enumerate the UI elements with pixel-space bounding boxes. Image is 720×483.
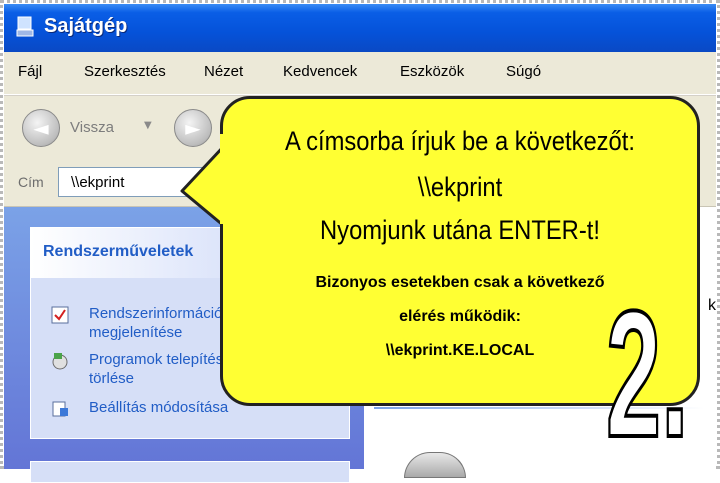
add-remove-programs-icon [52,353,68,370]
back-button[interactable]: ◄ [22,109,60,147]
callout-line-2: \\ekprint [417,172,503,202]
address-label: Cím [18,174,44,190]
menu-help[interactable]: Súgó [506,63,541,80]
menu-favorites[interactable]: Kedvencek [283,63,357,80]
window-title: Sajátgép [44,15,128,37]
callout-line-1: A címsorba írjuk be a következőt: [285,126,635,156]
other-places-panel[interactable] [30,461,350,483]
callout-seam [220,134,228,224]
title-bar[interactable]: Sajátgép [4,4,716,52]
system-info-icon [51,306,69,324]
menu-bar: Fájl Szerkesztés Nézet Kedvencek Eszközö… [4,52,716,95]
back-dropdown-icon[interactable]: ▼ [144,120,152,131]
system-tasks-title: Rendszerműveletek [43,243,194,260]
back-arrow-icon: ◄ [33,116,49,140]
menu-view[interactable]: Nézet [204,63,243,80]
computer-icon [16,16,34,37]
menu-edit[interactable]: Szerkesztés [84,63,166,80]
step-number: 2. [605,274,690,475]
menu-file[interactable]: Fájl [18,63,42,80]
menu-tools[interactable]: Eszközök [400,63,464,80]
drive-icon[interactable] [404,452,466,478]
content-fragment: k [708,297,716,314]
address-value: \\ekprint [71,174,125,191]
callout-line-3: Nyomjunk utána ENTER-t! [320,215,600,245]
change-setting-icon [52,401,68,417]
back-label[interactable]: Vissza [70,119,114,136]
